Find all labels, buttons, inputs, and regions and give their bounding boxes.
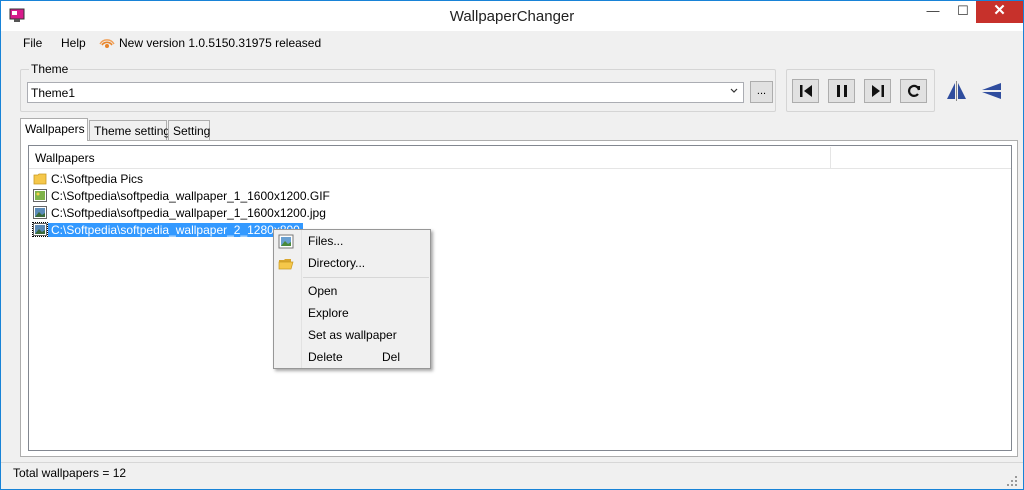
resize-grip-icon[interactable] xyxy=(1006,475,1018,487)
rss-icon xyxy=(99,39,115,48)
image-jpg-icon xyxy=(32,222,48,237)
previous-button[interactable] xyxy=(792,79,819,103)
column-separator[interactable] xyxy=(830,147,831,169)
menu-item-explore[interactable]: Explore xyxy=(308,306,349,320)
folder-icon xyxy=(33,173,47,185)
context-menu-gutter xyxy=(301,230,302,368)
tab-wallpapers[interactable]: Wallpapers xyxy=(20,118,88,141)
menu-item-files[interactable]: Files... xyxy=(308,234,343,248)
previous-icon xyxy=(800,85,812,97)
total-wallpapers-status: Total wallpapers = 12 xyxy=(13,466,127,480)
list-item-path: C:\Softpedia\softpedia_wallpaper_1_1600x… xyxy=(51,189,330,203)
menu-file[interactable]: File xyxy=(23,36,42,50)
next-icon xyxy=(872,85,884,97)
close-button[interactable]: ✕ xyxy=(976,1,1023,23)
next-button[interactable] xyxy=(864,79,891,103)
image-jpg-icon xyxy=(33,206,47,219)
menu-item-set-as-wallpaper[interactable]: Set as wallpaper xyxy=(308,328,397,342)
title-bar[interactable]: WallpaperChanger — ☐ ✕ xyxy=(1,1,1023,31)
list-header xyxy=(29,147,1011,169)
status-bar xyxy=(1,462,1023,489)
context-menu-separator xyxy=(303,277,429,278)
pause-button[interactable] xyxy=(828,79,855,103)
pause-icon xyxy=(837,85,847,97)
tab-theme-setting[interactable]: Theme setting xyxy=(89,120,170,140)
list-item-path: C:\Softpedia\softpedia_wallpaper_2_1280x… xyxy=(48,223,303,237)
window-title: WallpaperChanger xyxy=(449,8,575,25)
context-menu xyxy=(273,229,431,369)
theme-legend: Theme xyxy=(29,62,71,76)
browse-theme-button[interactable]: ... xyxy=(750,81,773,103)
chevron-down-icon[interactable] xyxy=(729,83,739,99)
list-item-path: C:\Softpedia\softpedia_wallpaper_1_1600x… xyxy=(51,206,326,220)
menu-help[interactable]: Help xyxy=(61,36,86,50)
refresh-button[interactable] xyxy=(900,79,927,103)
update-notice-link[interactable]: New version 1.0.5150.31975 released xyxy=(119,36,321,50)
column-header-wallpapers[interactable]: Wallpapers xyxy=(35,151,95,165)
minimize-button[interactable]: — xyxy=(919,1,947,23)
menu-item-directory[interactable]: Directory... xyxy=(308,256,365,270)
refresh-icon xyxy=(907,84,921,97)
delete-shortcut: Del xyxy=(382,350,401,364)
menu-item-delete[interactable]: Delete xyxy=(308,350,343,364)
app-window: WallpaperChanger — ☐ ✕ File Help New ver… xyxy=(0,0,1024,490)
open-folder-icon xyxy=(278,259,294,270)
maximize-button[interactable]: ☐ xyxy=(949,1,977,23)
image-gif-icon xyxy=(33,189,47,202)
theme-select[interactable]: Theme1 xyxy=(27,82,744,103)
flip-vertical-icon xyxy=(982,83,1001,99)
image-file-icon xyxy=(278,234,294,249)
flip-vertical-button[interactable] xyxy=(978,79,1005,103)
tab-setting[interactable]: Setting xyxy=(168,120,210,140)
list-item-path: C:\Softpedia Pics xyxy=(51,172,144,186)
menu-item-open[interactable]: Open xyxy=(308,284,337,298)
flip-horizontal-button[interactable] xyxy=(943,79,970,103)
flip-horizontal-icon xyxy=(947,81,966,101)
